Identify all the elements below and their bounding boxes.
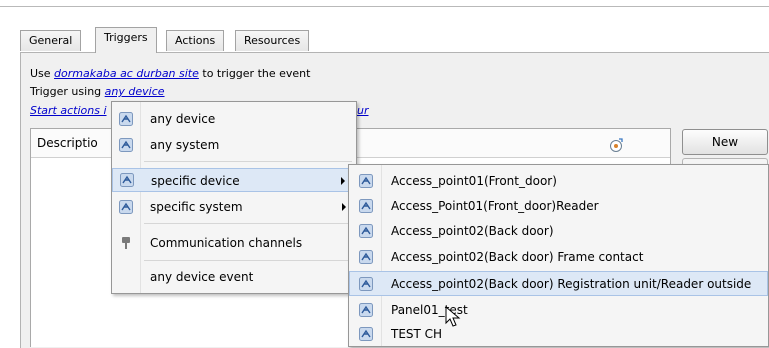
use-site-sentence: Use dormakaba ac durban site to trigger … bbox=[30, 67, 310, 80]
submenu-arrow-icon bbox=[342, 203, 346, 211]
menu-item-any-device[interactable]: any device bbox=[112, 108, 356, 130]
plug-icon bbox=[122, 237, 130, 249]
menu-item-any-system[interactable]: any system bbox=[112, 134, 356, 156]
tab-general[interactable]: General bbox=[20, 30, 82, 51]
menu-item-label: any system bbox=[150, 138, 220, 152]
device-icon bbox=[359, 174, 373, 188]
menu-item-label: any device event bbox=[150, 270, 254, 284]
menu-separator bbox=[144, 161, 352, 162]
start-actions-link[interactable]: Start actions i bbox=[30, 104, 107, 117]
trigger-source-menu: any device any system specific device sp… bbox=[111, 101, 357, 294]
column-description[interactable]: Descriptio bbox=[37, 129, 98, 157]
device-icon bbox=[120, 173, 134, 187]
device-icon bbox=[359, 303, 373, 317]
menu-separator bbox=[144, 260, 352, 261]
column-chooser-icon[interactable] bbox=[608, 137, 624, 153]
specific-device-submenu: Access_point01(Front_door) Access_Point0… bbox=[348, 164, 769, 347]
menu-item-communication-channels[interactable]: Communication channels bbox=[112, 230, 356, 256]
menu-item-label: Access_point02(Back door) Frame contact bbox=[391, 250, 644, 264]
menu-item-label: Access_Point01(Front_door)Reader bbox=[391, 199, 599, 213]
trigger-device-link[interactable]: any device bbox=[105, 85, 165, 98]
trigger-prefix-text: Trigger using bbox=[30, 85, 105, 98]
device-item-access-point02-registration-unit[interactable]: Access_point02(Back door) Registration u… bbox=[349, 271, 768, 296]
menu-item-label: specific device bbox=[151, 174, 240, 188]
device-item-access-point02-back-door[interactable]: Access_point02(Back door) bbox=[349, 219, 768, 243]
start-actions-link-tail[interactable]: ur bbox=[357, 104, 369, 117]
device-item-access-point02-frame-contact[interactable]: Access_point02(Back door) Frame contact bbox=[349, 245, 768, 269]
device-icon bbox=[359, 224, 373, 238]
device-item-test-ch[interactable]: TEST CH bbox=[349, 322, 768, 346]
device-item-panel01-test[interactable]: Panel01_test bbox=[349, 298, 768, 322]
device-icon bbox=[359, 250, 373, 264]
device-icon bbox=[359, 277, 373, 291]
menu-item-specific-system[interactable]: specific system bbox=[112, 196, 356, 218]
menu-separator bbox=[144, 223, 352, 224]
top-divider bbox=[0, 6, 769, 7]
tab-triggers[interactable]: Triggers bbox=[95, 27, 157, 53]
site-link[interactable]: dormakaba ac durban site bbox=[54, 67, 199, 80]
submenu-arrow-icon bbox=[341, 177, 345, 185]
menu-item-label: specific system bbox=[150, 200, 243, 214]
menu-item-label: Access_point01(Front_door) bbox=[391, 174, 557, 188]
use-suffix-text: to trigger the event bbox=[198, 67, 311, 80]
device-icon bbox=[119, 112, 133, 126]
menu-item-label: Communication channels bbox=[150, 236, 303, 250]
tab-resources[interactable]: Resources bbox=[235, 30, 310, 51]
menu-item-label: TEST CH bbox=[391, 327, 443, 341]
device-icon bbox=[359, 327, 373, 341]
use-prefix-text: Use bbox=[30, 67, 55, 80]
device-icon bbox=[359, 199, 373, 213]
device-item-access-point01-reader[interactable]: Access_Point01(Front_door)Reader bbox=[349, 194, 768, 218]
device-icon bbox=[119, 200, 133, 214]
menu-item-label: Access_point02(Back door) Registration u… bbox=[391, 277, 752, 291]
menu-item-label: any device bbox=[150, 112, 216, 126]
mouse-cursor-icon bbox=[445, 306, 461, 327]
menu-item-any-device-event[interactable]: any device event bbox=[112, 265, 356, 289]
menu-item-specific-device[interactable]: specific device bbox=[112, 168, 356, 192]
device-icon bbox=[119, 138, 133, 152]
device-item-access-point01-front-door[interactable]: Access_point01(Front_door) bbox=[349, 169, 768, 193]
tab-actions[interactable]: Actions bbox=[166, 30, 225, 51]
menu-item-label: Access_point02(Back door) bbox=[391, 224, 554, 238]
new-button[interactable]: New bbox=[682, 129, 768, 155]
trigger-using-sentence: Trigger using any device bbox=[30, 85, 165, 98]
